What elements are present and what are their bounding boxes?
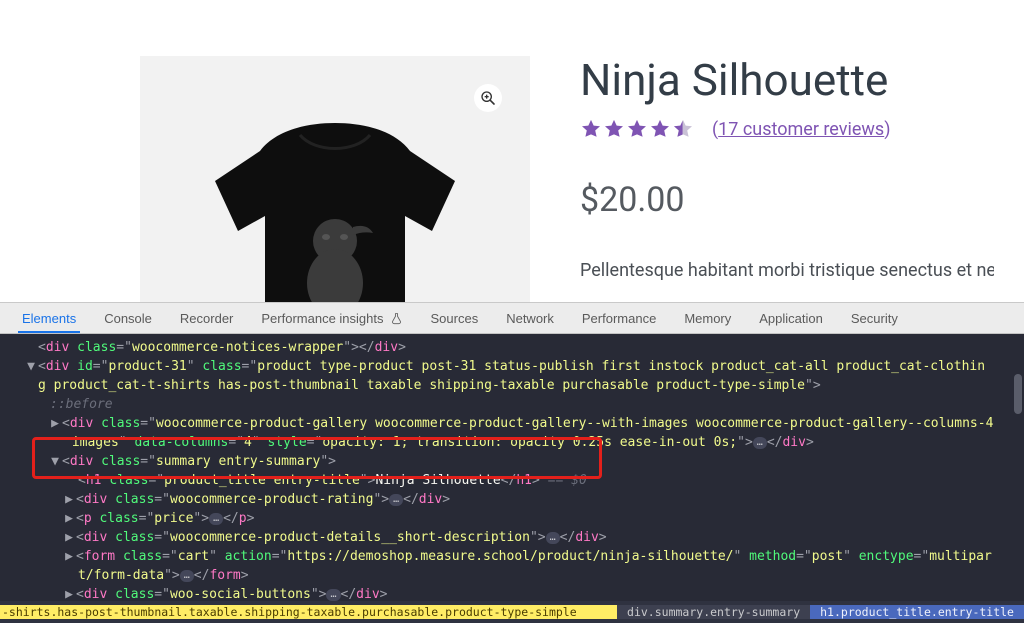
tab-elements[interactable]: Elements [8,303,90,333]
product-page: Ninja Silhouette (17 customer reviews) $… [0,0,1024,302]
star-icon [649,118,671,140]
dom-node[interactable]: ▼<div id="product-31" class="product typ… [8,357,1024,376]
tab-application[interactable]: Application [745,303,837,333]
dom-node-summary[interactable]: ▼<div class="summary entry-summary"> [8,452,1024,471]
tab-console[interactable]: Console [90,303,166,333]
crumb-parent[interactable]: div.summary.entry-summary [617,605,810,619]
devtools-tabs: Elements Console Recorder Performance in… [0,302,1024,334]
breadcrumb[interactable]: -shirts.has-post-thumbnail.taxable.shipp… [0,601,1024,623]
crumb-ancestor[interactable]: -shirts.has-post-thumbnail.taxable.shipp… [0,605,617,619]
crumb-selected[interactable]: h1.product_title.entry-title [810,605,1024,619]
devtools-panel: Elements Console Recorder Performance in… [0,302,1024,623]
dom-node: g product_cat-t-shirts has-post-thumbnai… [8,376,1024,395]
dom-pseudo[interactable]: ::before [8,395,1024,414]
tab-sources[interactable]: Sources [417,303,493,333]
reviews-text: 17 customer reviews [718,119,884,140]
magnify-plus-icon [480,90,496,106]
dom-node-h1[interactable]: <h1 class="product_title entry-title">Ni… [8,471,1024,490]
tab-performance-insights[interactable]: Performance insights [247,303,416,333]
dom-node[interactable]: ▶<div class="woocommerce-product-details… [8,528,1024,547]
elements-tree[interactable]: <div class="woocommerce-notices-wrapper"… [0,334,1024,601]
star-rating [580,118,694,140]
product-image [200,121,470,303]
tab-security[interactable]: Security [837,303,912,333]
product-price: $20.00 [580,180,994,220]
dom-node[interactable]: ▶<div class="woo-social-buttons">…</div> [8,585,1024,601]
dom-node[interactable]: ▶<form class="cart" action="https://demo… [8,547,1024,566]
tab-performance[interactable]: Performance [568,303,670,333]
product-summary: Ninja Silhouette (17 customer reviews) $… [530,56,994,302]
reviews-link[interactable]: (17 customer reviews) [712,119,890,140]
star-icon [626,118,648,140]
scrollbar[interactable] [1014,374,1022,414]
product-title: Ninja Silhouette [580,56,994,104]
short-description: Pellentesque habitant morbi tristique se… [580,260,994,281]
dom-node[interactable]: ▶<div class="woocommerce-product-gallery… [8,414,1024,433]
zoom-button[interactable] [474,84,502,112]
dom-node[interactable]: <div class="woocommerce-notices-wrapper"… [8,338,1024,357]
dom-node[interactable]: ▶<div class="woocommerce-product-rating"… [8,490,1024,509]
dom-node: images" data-columns="4" style="opacity:… [8,433,1024,452]
rating-row: (17 customer reviews) [580,118,994,140]
dom-node[interactable]: ▶<p class="price">…</p> [8,509,1024,528]
product-gallery [140,56,530,302]
flask-icon [390,312,403,325]
star-icon [672,118,694,140]
tab-memory[interactable]: Memory [670,303,745,333]
tab-network[interactable]: Network [492,303,568,333]
star-icon [580,118,602,140]
dom-node: t/form-data">…</form> [8,566,1024,585]
star-icon [603,118,625,140]
tab-label: Performance insights [261,311,383,326]
tab-recorder[interactable]: Recorder [166,303,247,333]
